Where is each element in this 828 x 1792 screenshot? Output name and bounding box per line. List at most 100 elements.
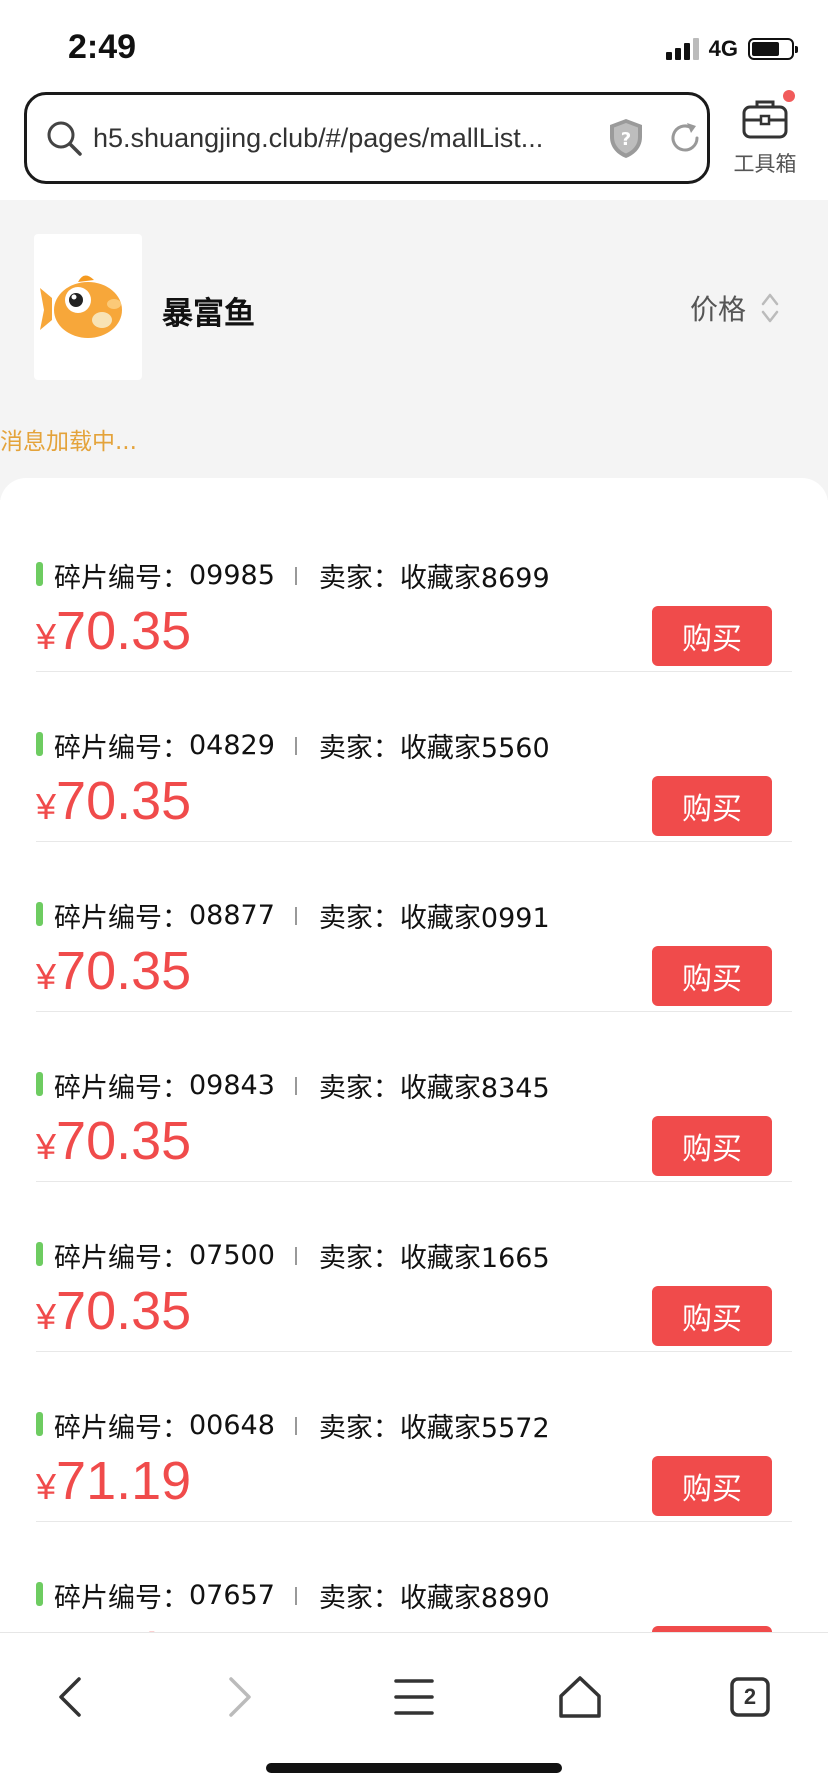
- back-button[interactable]: [40, 1667, 100, 1727]
- price-value: 71.4: [56, 1621, 161, 1632]
- listing-item: 碎片编号： 07500 卖家： 收藏家1665 ¥70.35 购买: [36, 1182, 792, 1352]
- seller-name: 收藏家1665: [399, 1243, 550, 1274]
- url-text[interactable]: h5.shuangjing.club/#/pages/mallList...: [93, 123, 593, 154]
- buy-button[interactable]: 购买: [652, 1116, 772, 1176]
- listing-meta: 碎片编号： 00648 卖家： 收藏家5572: [54, 1406, 550, 1445]
- listing-price: ¥70.35: [36, 940, 191, 1002]
- fragment-label: 碎片编号：: [54, 563, 189, 594]
- fragment-label: 碎片编号：: [54, 1073, 189, 1104]
- green-marker: [36, 1412, 43, 1436]
- listing-item: 碎片编号： 00648 卖家： 收藏家5572 ¥71.19 购买: [36, 1352, 792, 1522]
- refresh-icon[interactable]: [667, 120, 703, 156]
- toolbox-label: 工具箱: [733, 152, 797, 176]
- search-icon: [47, 121, 82, 156]
- listing-list: 碎片编号： 09985 卖家： 收藏家8699 ¥70.35 购买 碎片编号： 04829 卖家…: [0, 478, 828, 1632]
- buy-button[interactable]: 购买: [652, 606, 772, 666]
- seller-label: 卖家：: [318, 1583, 400, 1614]
- home-indicator: [266, 1763, 562, 1773]
- signal-icon: [665, 38, 699, 60]
- currency-symbol: ¥: [36, 1126, 57, 1167]
- listing-price: ¥71.4: [36, 1620, 161, 1632]
- seller-name: 收藏家8699: [399, 563, 550, 594]
- currency-symbol: ¥: [36, 616, 57, 657]
- seller-name: 收藏家8890: [399, 1583, 550, 1614]
- listing-price: ¥71.19: [36, 1450, 191, 1512]
- menu-button[interactable]: [384, 1667, 444, 1727]
- address-bar[interactable]: h5.shuangjing.club/#/pages/mallList... ?: [24, 92, 710, 184]
- seller-label: 卖家：: [318, 903, 400, 934]
- listing-item: 碎片编号： 09843 卖家： 收藏家8345 ¥70.35 购买: [36, 1012, 792, 1182]
- green-marker: [36, 562, 43, 586]
- separator: [294, 1076, 297, 1095]
- currency-symbol: ¥: [36, 1466, 57, 1507]
- battery-icon: [748, 38, 798, 60]
- toolbox-icon: [741, 90, 795, 140]
- listing-meta: 碎片编号： 07657 卖家： 收藏家8890: [54, 1576, 550, 1615]
- home-icon: [559, 1676, 601, 1718]
- green-marker: [36, 902, 43, 926]
- fragment-label: 碎片编号：: [54, 1583, 189, 1614]
- seller-label: 卖家：: [318, 733, 400, 764]
- green-marker: [36, 732, 43, 756]
- separator: [294, 1246, 297, 1265]
- status-time: 2:49: [68, 28, 137, 66]
- fragment-id: 07500: [189, 1240, 275, 1271]
- sort-by-price-button[interactable]: 价格: [690, 288, 780, 328]
- home-button[interactable]: [550, 1667, 610, 1727]
- back-arrow-icon: [59, 1677, 81, 1717]
- svg-text:?: ?: [621, 129, 631, 150]
- price-value: 71.19: [56, 1451, 192, 1511]
- buy-button[interactable]: 购买: [652, 1456, 772, 1516]
- status-bar: 2:49 4G: [0, 0, 828, 90]
- seller-name: 收藏家5560: [399, 733, 550, 764]
- listing-item: 碎片编号： 08877 卖家： 收藏家0991 ¥70.35 购买: [36, 842, 792, 1012]
- price-value: 70.35: [56, 1111, 192, 1171]
- notification-dot: [783, 90, 795, 102]
- forward-button[interactable]: [210, 1667, 270, 1727]
- separator: [294, 1586, 297, 1605]
- listing-price: ¥70.35: [36, 1280, 191, 1342]
- separator: [294, 736, 297, 755]
- seller-label: 卖家：: [318, 1243, 400, 1274]
- price-value: 70.35: [56, 601, 192, 661]
- fish-mascot-icon: [40, 275, 122, 338]
- loading-message: 消息加载中...: [0, 429, 137, 455]
- tab-count: 2: [743, 1684, 757, 1709]
- listing-meta: 碎片编号： 09843 卖家： 收藏家8345: [54, 1066, 550, 1105]
- seller-label: 卖家：: [318, 1413, 400, 1444]
- listing-price: ¥70.35: [36, 600, 191, 662]
- separator: [294, 566, 297, 585]
- buy-button[interactable]: 购买: [652, 776, 772, 836]
- browser-toolbar: h5.shuangjing.club/#/pages/mallList... ?…: [0, 90, 828, 200]
- currency-symbol: ¥: [36, 956, 57, 997]
- fragment-label: 碎片编号：: [54, 1413, 189, 1444]
- buy-button[interactable]: 购买: [652, 946, 772, 1006]
- shield-question-icon[interactable]: ?: [607, 117, 645, 159]
- toolbox-button[interactable]: 工具箱: [730, 90, 800, 192]
- seller-name: 收藏家5572: [399, 1413, 550, 1444]
- price-value: 70.35: [56, 941, 192, 1001]
- green-marker: [36, 1582, 43, 1606]
- product-name: 暴富鱼: [162, 296, 255, 332]
- fragment-label: 碎片编号：: [54, 1243, 189, 1274]
- fragment-id: 09843: [189, 1070, 275, 1101]
- seller-name: 收藏家8345: [399, 1073, 550, 1104]
- fragment-label: 碎片编号：: [54, 903, 189, 934]
- buy-button[interactable]: 购买: [652, 1286, 772, 1346]
- listing-meta: 碎片编号： 04829 卖家： 收藏家5560: [54, 726, 550, 765]
- listing-item: 碎片编号： 09985 卖家： 收藏家8699 ¥70.35 购买: [36, 502, 792, 672]
- tabs-button[interactable]: 2: [720, 1667, 780, 1727]
- listing-price: ¥70.35: [36, 770, 191, 832]
- fragment-id: 08877: [189, 900, 275, 931]
- listing-meta: 碎片编号： 07500 卖家： 收藏家1665: [54, 1236, 550, 1275]
- network-type: 4G: [708, 36, 738, 61]
- menu-icon: [394, 1679, 434, 1715]
- separator: [294, 1416, 297, 1435]
- listing-item: 碎片编号：07657卖家：收藏家8890¥71.4购买: [36, 1522, 792, 1632]
- product-header: 暴富鱼 价格 消息加载中...: [0, 200, 828, 500]
- price-value: 70.35: [56, 771, 192, 831]
- green-marker: [36, 1242, 43, 1266]
- seller-label: 卖家：: [318, 1073, 400, 1104]
- status-indicators: 4G: [665, 36, 798, 62]
- currency-symbol: ¥: [36, 786, 57, 827]
